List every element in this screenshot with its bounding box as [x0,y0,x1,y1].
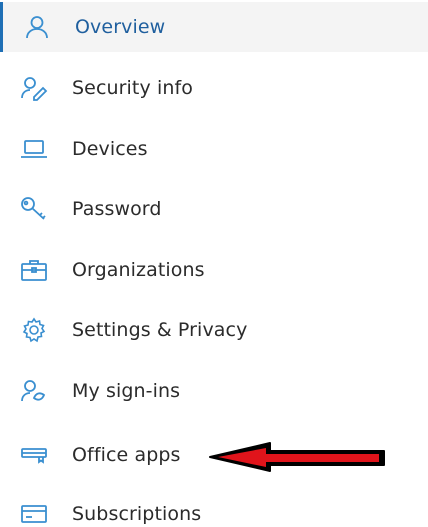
annotation-arrow-icon [209,442,385,472]
subscriptions-icon [20,500,48,527]
sidebar-item-subscriptions[interactable]: Subscriptions [0,489,428,527]
sidebar-item-settings-privacy[interactable]: Settings & Privacy [0,305,428,355]
account-sidebar-nav: Overview Security info Devices Password … [0,0,428,527]
sidebar-item-security-info[interactable]: Security info [0,63,428,113]
sidebar-item-label: Settings & Privacy [72,319,248,341]
gear-icon [20,316,48,344]
sidebar-item-label: Organizations [72,259,205,281]
sidebar-item-label: My sign-ins [72,380,181,402]
briefcase-icon [20,256,48,284]
laptop-icon [20,135,48,163]
sidebar-item-devices[interactable]: Devices [0,124,428,174]
sidebar-item-label: Office apps [72,444,181,466]
person-icon [23,13,51,41]
sidebar-item-label: Subscriptions [72,503,202,525]
sidebar-item-label: Password [72,198,162,220]
sidebar-item-my-sign-ins[interactable]: My sign-ins [0,366,428,416]
sidebar-item-organizations[interactable]: Organizations [0,245,428,295]
sidebar-item-password[interactable]: Password [0,184,428,234]
sidebar-item-label: Security info [72,77,193,99]
office-apps-icon [20,441,48,469]
sidebar-item-overview[interactable]: Overview [0,2,428,52]
sign-ins-icon [20,377,48,405]
key-icon [20,195,48,223]
sidebar-item-label: Devices [72,138,148,160]
sidebar-item-label: Overview [75,16,166,38]
security-info-icon [20,74,48,102]
